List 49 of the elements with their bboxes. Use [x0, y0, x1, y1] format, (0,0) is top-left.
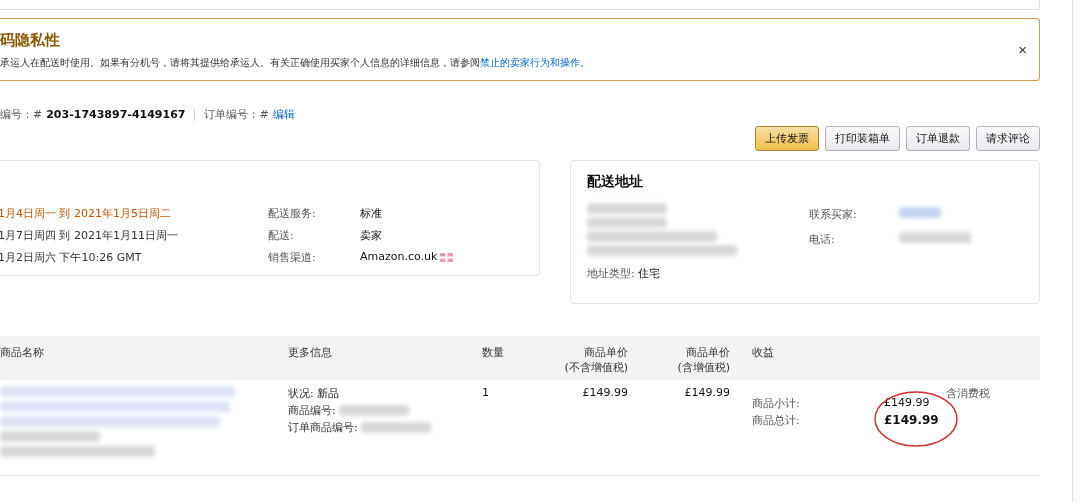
quantity: 1: [482, 386, 489, 399]
action-button[interactable]: 订单退款: [906, 126, 970, 151]
price: £149.99: [684, 386, 730, 399]
info-label: 状况:: [288, 386, 314, 401]
info-label: 订单商品编号:: [288, 420, 358, 435]
action-button[interactable]: 请求评论: [976, 126, 1040, 151]
column-header: 商品单价 (不含增值税): [552, 336, 628, 380]
field-label: 销售渠道:: [268, 250, 317, 265]
blurred-area: [360, 422, 431, 433]
column-header: 收益: [730, 336, 946, 380]
delivery-date: 1月4日周一 到 2021年1月5日周二: [0, 206, 172, 221]
order-id: 203-1743897-4149167: [46, 108, 186, 121]
column-header: 数量: [482, 336, 552, 380]
notice-title: 码隐私性: [0, 31, 61, 50]
field-value: Amazon.co.uk: [360, 250, 438, 263]
address-type-label: 地址类型:: [587, 266, 635, 281]
address-type: 住宅: [637, 266, 660, 281]
blurred-area: [899, 207, 941, 218]
field-value: 卖家: [360, 229, 382, 242]
info-label: 商品编号:: [288, 403, 336, 418]
column-header: 商品单价 (含增值税): [628, 336, 730, 380]
income-value: £149.99: [884, 413, 940, 428]
contact-label: 联系买家:: [809, 207, 858, 223]
field-label: 配送服务:: [268, 206, 317, 221]
delivery-date: 1月7日周四 到 2021年1月11日周一: [0, 228, 179, 243]
field-value: 标准: [360, 207, 382, 220]
delivery-date: 1月2日周六 下午10:26 GMT: [0, 250, 143, 265]
info-value: 新品: [316, 386, 339, 401]
blurred-area: [338, 405, 409, 416]
income-label: 商品总计:: [752, 413, 801, 428]
price: £149.99: [582, 386, 628, 399]
close-button[interactable]: ×: [1014, 41, 1031, 58]
notice-text: 承运人在配送时使用。如果有分机号，请将其提供给承运人。有关正确使用买家个人信息的详细信息，请参阅禁止的卖家行为和操作。: [0, 56, 591, 70]
column-header: 更多信息: [288, 336, 482, 380]
address-title: 配送地址: [587, 173, 644, 191]
income-label: 商品小计:: [752, 396, 801, 411]
upload-invoice-button[interactable]: 上传发票: [755, 126, 819, 151]
column-header: 商品名称: [0, 336, 288, 380]
action-button[interactable]: 打印装箱单: [825, 126, 900, 151]
order-id-label: 编号：#: [0, 107, 43, 122]
income-value: £149.99: [884, 396, 931, 411]
tax-note: 含消费税: [946, 387, 990, 400]
field-label: 配送:: [268, 228, 295, 243]
seller-order-label: 订单编号：#: [204, 107, 269, 122]
edit-link[interactable]: 编辑: [272, 107, 295, 122]
flag-icon: [440, 252, 454, 262]
blurred-area: [899, 231, 971, 243]
phone-label: 电话:: [809, 231, 836, 248]
policy-link[interactable]: 禁止的卖家行为和操作: [480, 57, 580, 68]
